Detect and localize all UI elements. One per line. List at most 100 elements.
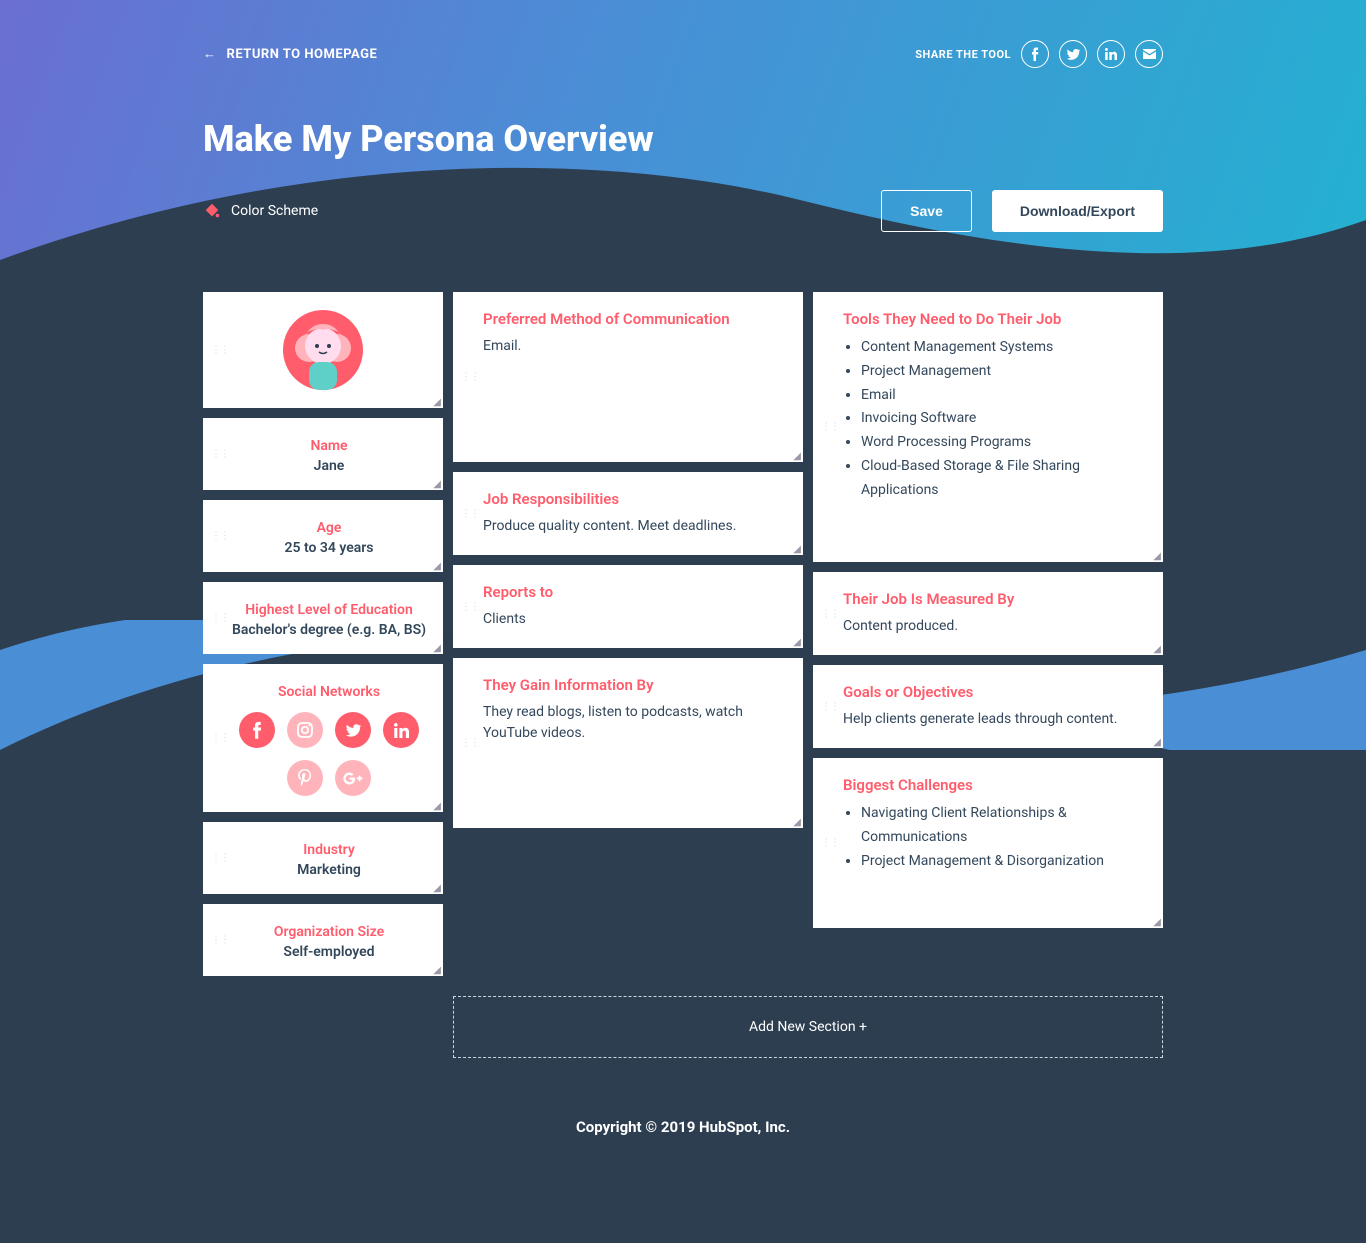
- responsibilities-card[interactable]: ⋮⋮ Job Responsibilities Produce quality …: [453, 472, 803, 555]
- resize-handle-icon[interactable]: ◢: [433, 965, 441, 976]
- facebook-icon: [252, 721, 262, 739]
- resize-handle-icon[interactable]: ◢: [793, 544, 801, 555]
- drag-handle-icon[interactable]: ⋮⋮: [821, 608, 839, 619]
- reports-to-card[interactable]: ⋮⋮ Reports to Clients ◢: [453, 565, 803, 648]
- tools-list: Content Management SystemsProject Manage…: [843, 336, 1141, 503]
- share-twitter-button[interactable]: [1059, 40, 1087, 68]
- save-button[interactable]: Save: [881, 190, 972, 232]
- share-facebook-button[interactable]: [1021, 40, 1049, 68]
- industry-label: Industry: [225, 842, 433, 858]
- drag-handle-icon[interactable]: ⋮⋮: [461, 601, 479, 612]
- challenges-card[interactable]: ⋮⋮ Biggest Challenges Navigating Client …: [813, 758, 1163, 928]
- email-icon: [1143, 49, 1156, 59]
- linkedin-icon: [394, 723, 409, 738]
- share-linkedin-button[interactable]: [1097, 40, 1125, 68]
- drag-handle-icon[interactable]: ⋮⋮: [211, 733, 229, 744]
- age-card[interactable]: ⋮⋮ Age 25 to 34 years ◢: [203, 500, 443, 572]
- resize-handle-icon[interactable]: ◢: [433, 643, 441, 654]
- industry-value: Marketing: [225, 862, 433, 878]
- drag-handle-icon[interactable]: ⋮⋮: [211, 531, 229, 542]
- return-label: RETURN TO HOMEPAGE: [227, 47, 378, 62]
- list-item: Cloud-Based Storage & File Sharing Appli…: [861, 455, 1141, 503]
- drag-handle-icon[interactable]: ⋮⋮: [461, 508, 479, 519]
- measured-by-card[interactable]: ⋮⋮ Their Job Is Measured By Content prod…: [813, 572, 1163, 655]
- paint-bucket-icon: [203, 202, 221, 220]
- card-title: Reports to: [483, 583, 781, 601]
- drag-handle-icon[interactable]: ⋮⋮: [821, 422, 839, 433]
- resize-handle-icon[interactable]: ◢: [433, 883, 441, 894]
- social-twitter-toggle[interactable]: [335, 712, 371, 748]
- resize-handle-icon[interactable]: ◢: [1153, 551, 1161, 562]
- card-title: Goals or Objectives: [843, 683, 1141, 701]
- share-email-button[interactable]: [1135, 40, 1163, 68]
- name-label: Name: [225, 438, 433, 454]
- list-item: Invoicing Software: [861, 407, 1141, 431]
- name-card[interactable]: ⋮⋮ Name Jane ◢: [203, 418, 443, 490]
- resize-handle-icon[interactable]: ◢: [793, 637, 801, 648]
- drag-handle-icon[interactable]: ⋮⋮: [461, 738, 479, 749]
- card-title: They Gain Information By: [483, 676, 781, 694]
- social-pinterest-toggle[interactable]: [287, 760, 323, 796]
- list-item: Content Management Systems: [861, 336, 1141, 360]
- arrow-left-icon: ←: [203, 46, 217, 62]
- return-homepage-link[interactable]: ← RETURN TO HOMEPAGE: [203, 46, 377, 62]
- drag-handle-icon[interactable]: ⋮⋮: [211, 853, 229, 864]
- card-title: Their Job Is Measured By: [843, 590, 1141, 608]
- card-title: Tools They Need to Do Their Job: [843, 310, 1141, 328]
- twitter-icon: [1066, 49, 1080, 60]
- resize-handle-icon[interactable]: ◢: [793, 451, 801, 462]
- card-title: Job Responsibilities: [483, 490, 781, 508]
- industry-card[interactable]: ⋮⋮ Industry Marketing ◢: [203, 822, 443, 894]
- drag-handle-icon[interactable]: ⋮⋮: [211, 613, 229, 624]
- drag-handle-icon[interactable]: ⋮⋮: [821, 701, 839, 712]
- googleplus-icon: [343, 772, 363, 785]
- org-value: Self-employed: [225, 944, 433, 960]
- tools-card[interactable]: ⋮⋮ Tools They Need to Do Their Job Conte…: [813, 292, 1163, 562]
- goals-card[interactable]: ⋮⋮ Goals or Objectives Help clients gene…: [813, 665, 1163, 748]
- twitter-icon: [345, 724, 361, 737]
- resize-handle-icon[interactable]: ◢: [1153, 737, 1161, 748]
- add-section-button[interactable]: Add New Section +: [453, 996, 1163, 1058]
- list-item: Word Processing Programs: [861, 431, 1141, 455]
- resize-handle-icon[interactable]: ◢: [433, 479, 441, 490]
- page-title: Make My Persona Overview: [203, 118, 1163, 160]
- drag-handle-icon[interactable]: ⋮⋮: [211, 345, 229, 356]
- card-body: Email.: [483, 336, 781, 357]
- resize-handle-icon[interactable]: ◢: [433, 397, 441, 408]
- education-value: Bachelor's degree (e.g. BA, BS): [225, 622, 433, 638]
- drag-handle-icon[interactable]: ⋮⋮: [821, 838, 839, 849]
- resize-handle-icon[interactable]: ◢: [1153, 917, 1161, 928]
- org-size-card[interactable]: ⋮⋮ Organization Size Self-employed ◢: [203, 904, 443, 976]
- card-body: Help clients generate leads through cont…: [843, 709, 1141, 730]
- drag-handle-icon[interactable]: ⋮⋮: [211, 449, 229, 460]
- resize-handle-icon[interactable]: ◢: [1153, 644, 1161, 655]
- color-scheme-label: Color Scheme: [231, 203, 318, 219]
- communication-card[interactable]: ⋮⋮ Preferred Method of Communication Ema…: [453, 292, 803, 462]
- instagram-icon: [296, 721, 314, 739]
- list-item: Project Management & Disorganization: [861, 850, 1141, 874]
- age-value: 25 to 34 years: [225, 540, 433, 556]
- card-body: Clients: [483, 609, 781, 630]
- resize-handle-icon[interactable]: ◢: [793, 817, 801, 828]
- education-label: Highest Level of Education: [225, 602, 433, 618]
- card-title: Biggest Challenges: [843, 776, 1141, 794]
- social-linkedin-toggle[interactable]: [383, 712, 419, 748]
- social-googleplus-toggle[interactable]: [335, 760, 371, 796]
- share-label: SHARE THE TOOL: [915, 48, 1011, 61]
- social-instagram-toggle[interactable]: [287, 712, 323, 748]
- download-export-button[interactable]: Download/Export: [992, 190, 1163, 232]
- card-body: They read blogs, listen to podcasts, wat…: [483, 702, 781, 744]
- facebook-icon: [1031, 47, 1039, 61]
- drag-handle-icon[interactable]: ⋮⋮: [461, 372, 479, 383]
- education-card[interactable]: ⋮⋮ Highest Level of Education Bachelor's…: [203, 582, 443, 654]
- color-scheme-button[interactable]: Color Scheme: [203, 202, 318, 220]
- drag-handle-icon[interactable]: ⋮⋮: [211, 935, 229, 946]
- resize-handle-icon[interactable]: ◢: [433, 561, 441, 572]
- age-label: Age: [225, 520, 433, 536]
- social-networks-card[interactable]: ⋮⋮ Social Networks ◢: [203, 664, 443, 812]
- information-card[interactable]: ⋮⋮ They Gain Information By They read bl…: [453, 658, 803, 828]
- avatar-card[interactable]: ⋮⋮ ◢: [203, 292, 443, 408]
- resize-handle-icon[interactable]: ◢: [433, 801, 441, 812]
- list-item: Project Management: [861, 360, 1141, 384]
- social-facebook-toggle[interactable]: [239, 712, 275, 748]
